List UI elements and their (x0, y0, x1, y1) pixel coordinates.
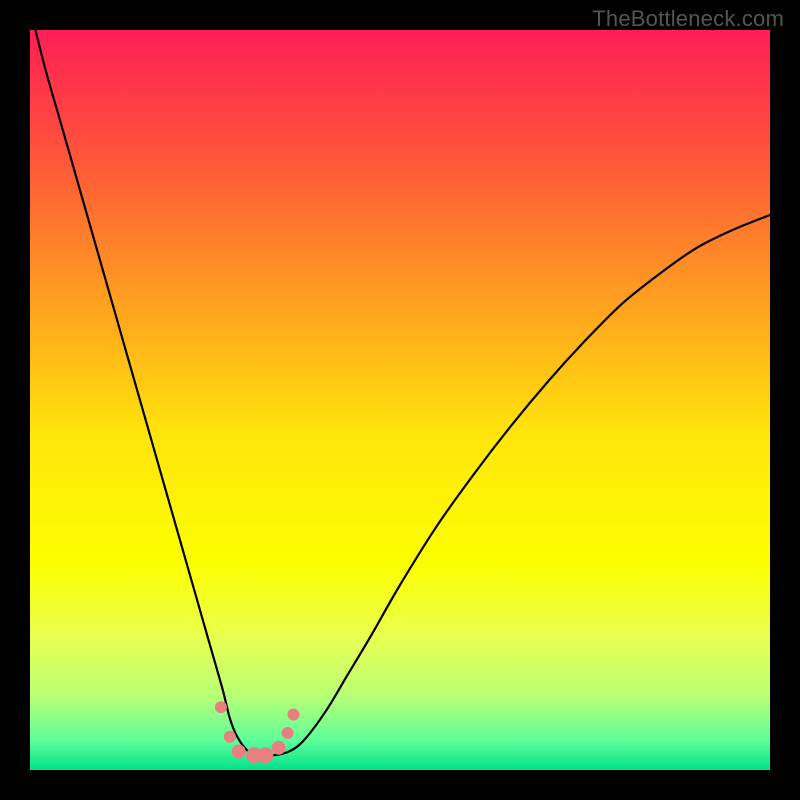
marker-point (224, 731, 236, 743)
chart-frame: TheBottleneck.com (0, 0, 800, 800)
marker-point (215, 701, 227, 713)
marker-point (257, 747, 273, 763)
marker-point (287, 709, 299, 721)
marker-point (272, 741, 286, 755)
chart-svg (30, 30, 770, 770)
plot-area (30, 30, 770, 770)
watermark-text: TheBottleneck.com (592, 6, 784, 32)
marker-point (282, 727, 294, 739)
marker-point (232, 745, 246, 759)
